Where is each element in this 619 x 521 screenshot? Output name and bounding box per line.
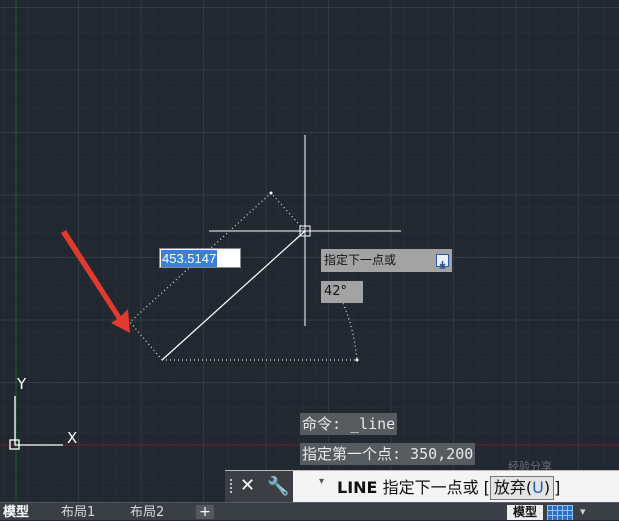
status-model-button[interactable]: 模型 [507,505,543,520]
command-line[interactable]: ✕ 🔧 ▾ LINE 指定下一点或 [放弃(U)] [225,470,619,502]
drawing-canvas[interactable]: YX [0,0,619,520]
length-dynamic-input[interactable]: 453.5147 [159,248,241,268]
undo-option[interactable]: 放弃(U) [489,476,555,500]
undo-option-close: ) [543,478,551,497]
tab-model[interactable]: 模型 [3,505,29,521]
down-arrow-glyph [439,261,446,269]
ucs-y-label: Y [16,375,27,393]
grid-toggle-icon[interactable] [547,505,573,520]
command-prompt-text: 指定下一点或 [382,478,479,497]
command-history-line-2: 指定第一个点: 350,200 [300,443,476,465]
tooltip-prompt-text: 指定下一点或 [324,253,397,267]
snap-menu-icon[interactable]: ▾ [580,504,614,520]
down-arrow-icon[interactable] [436,254,449,269]
length-value: 453.5147 [161,250,218,267]
command-prompt-tooltip: 指定下一点或 [321,249,452,272]
canvas-background [0,0,619,520]
close-icon[interactable]: ✕ [240,474,255,498]
tab-layout1[interactable]: 布局1 [61,505,95,521]
wrench-icon[interactable]: 🔧 [267,475,289,499]
undo-option-label: 放弃( [493,478,533,497]
ucs-x-label: X [67,429,77,447]
command-line-toolbar: ✕ 🔧 [225,471,293,502]
angle-grip-point [355,358,359,362]
angle-value: 42° [324,284,348,299]
undo-option-key: U [532,478,544,497]
active-command: LINE [337,478,378,497]
recent-commands-dropdown-icon[interactable]: ▾ [319,476,324,487]
drag-grip-icon[interactable] [229,478,233,494]
dimension-grip-point [269,191,273,195]
command-line-input[interactable]: LINE 指定下一点或 [放弃(U)] [337,476,560,500]
tab-layout2[interactable]: 布局2 [130,505,164,521]
angle-dynamic-input[interactable]: 42° [321,281,363,303]
drawing-viewport[interactable]: YX 453.5147 指定下一点或 42° 命令: _line 指定第一个点:… [0,0,619,520]
command-history-line-1: 命令: _line [300,413,398,435]
add-layout-button[interactable]: + [196,505,214,519]
